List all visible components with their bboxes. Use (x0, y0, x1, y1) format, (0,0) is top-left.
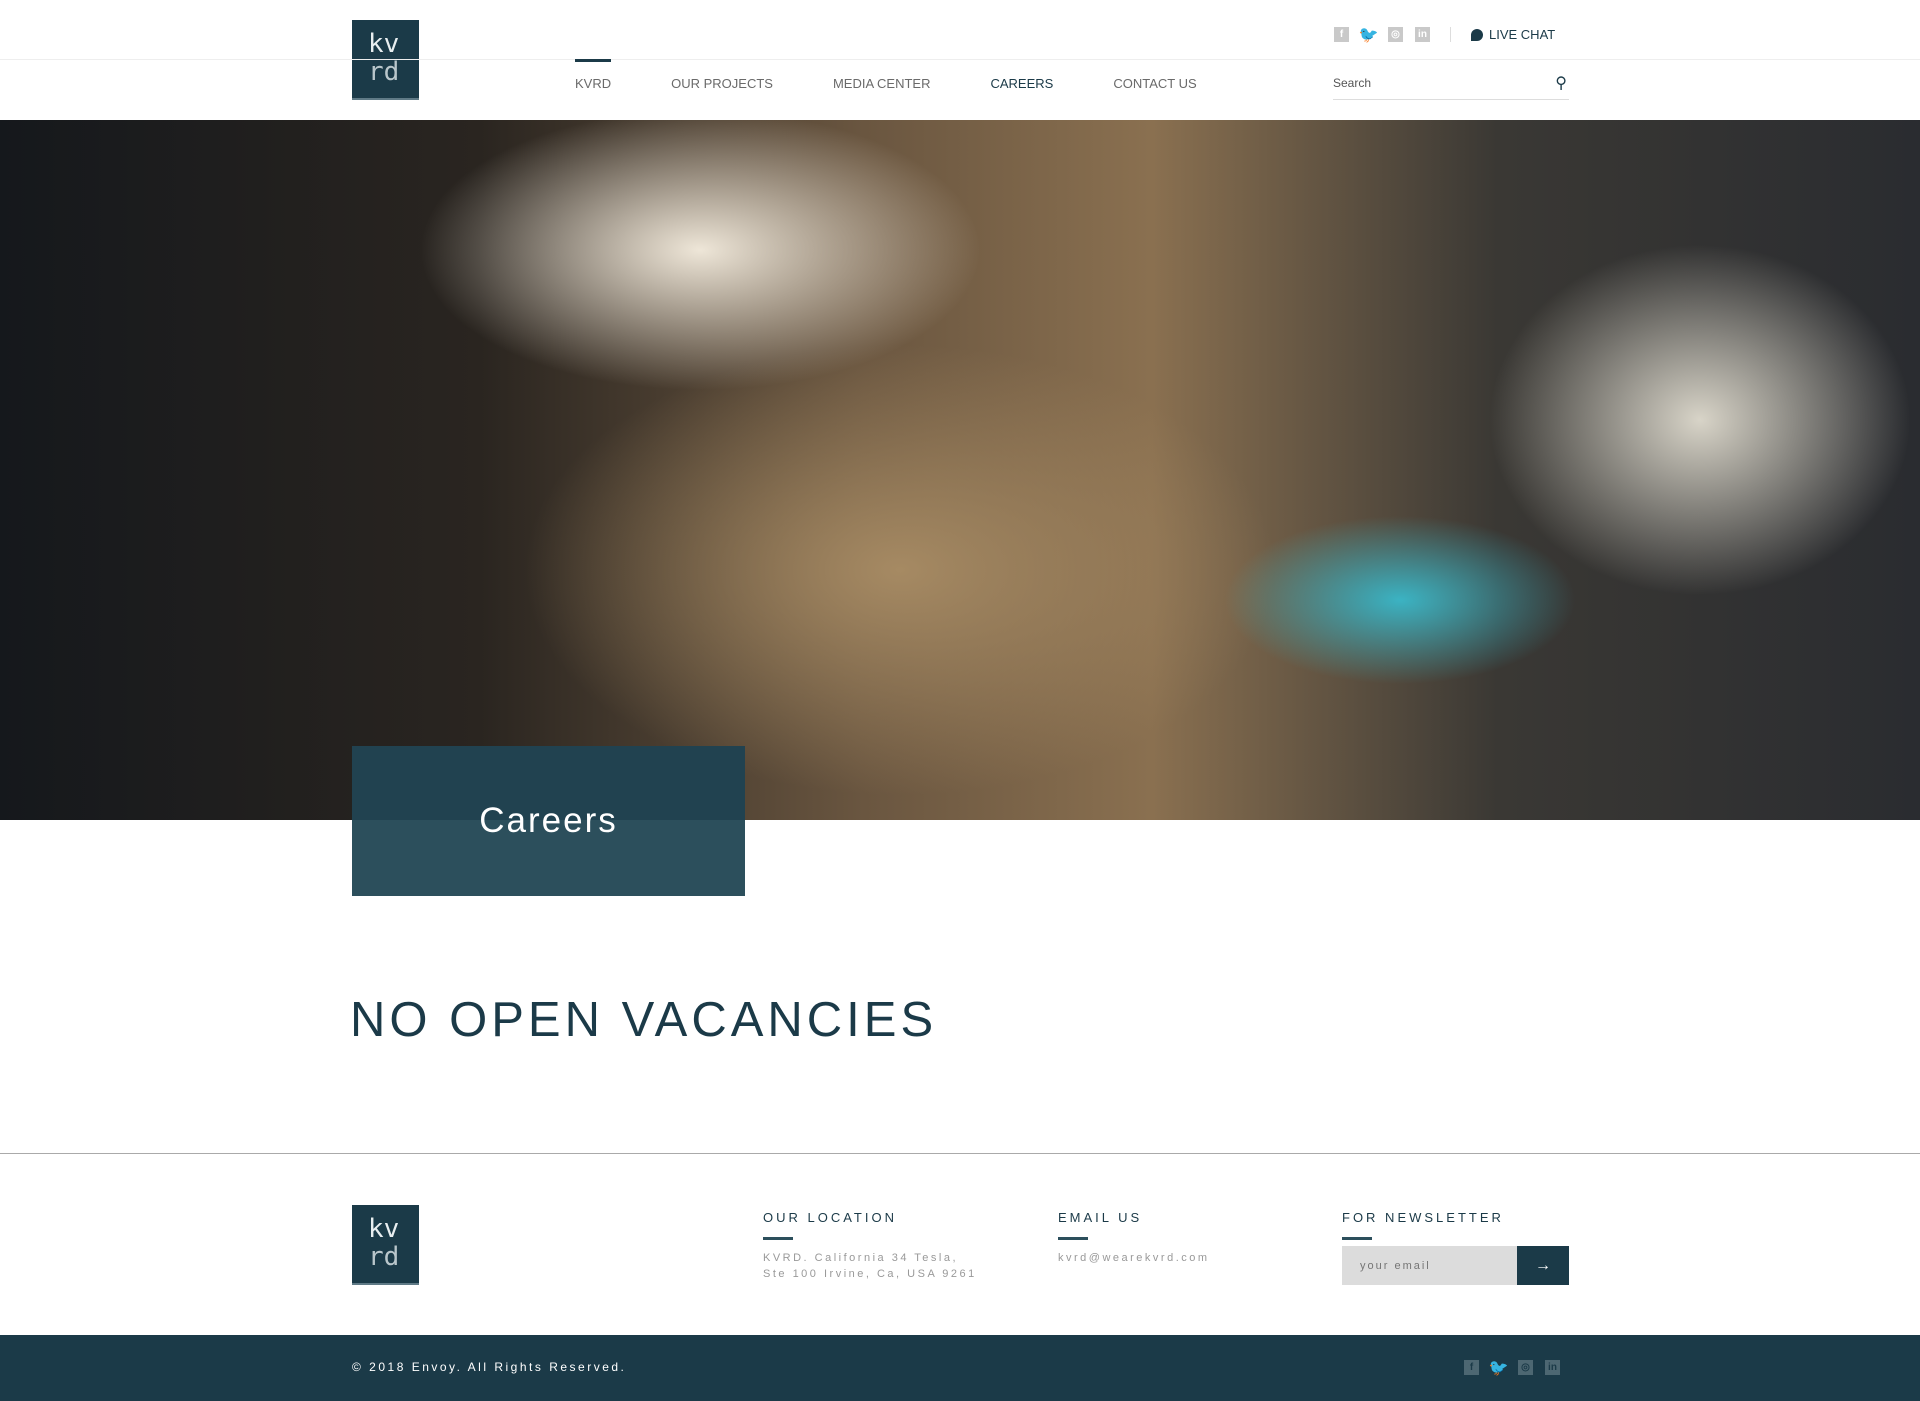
footer-newsletter: FOR NEWSLETTER (1342, 1210, 1504, 1240)
newsletter-form: → (1342, 1246, 1569, 1285)
divider (0, 59, 1920, 60)
logo-text: kv (368, 1214, 400, 1244)
hero-image (0, 120, 1920, 820)
divider (0, 1153, 1920, 1154)
linkedin-icon[interactable]: in (1415, 27, 1430, 42)
search-input[interactable]: Search (1333, 76, 1371, 90)
footer-bar: f 🐦 ◎ in (0, 1335, 1920, 1401)
logo[interactable]: kv rd (352, 20, 419, 100)
footer-logo[interactable]: kv rd (352, 1205, 419, 1285)
main-nav: KVRD OUR PROJECTS MEDIA CENTER CAREERS C… (575, 59, 1197, 91)
nav-our-projects[interactable]: OUR PROJECTS (671, 76, 773, 91)
logo-text: kv (368, 29, 400, 59)
chat-bubble-icon (1471, 28, 1483, 41)
nav-kvrd[interactable]: KVRD (575, 59, 612, 91)
nav-media-center[interactable]: MEDIA CENTER (833, 76, 931, 91)
live-chat-button[interactable]: LIVE CHAT (1471, 27, 1555, 42)
nav-contact-us[interactable]: CONTACT US (1113, 76, 1196, 91)
nav-careers[interactable]: CAREERS (990, 76, 1053, 91)
divider (1450, 27, 1451, 42)
instagram-icon[interactable]: ◎ (1518, 1360, 1533, 1375)
live-chat-label: LIVE CHAT (1489, 27, 1556, 42)
logo-text: rd (368, 57, 400, 87)
newsletter-submit-button[interactable]: → (1517, 1246, 1569, 1285)
search-field[interactable]: Search ⚲ (1333, 73, 1569, 100)
twitter-icon[interactable]: 🐦 (1359, 27, 1379, 44)
email-link[interactable]: kvrd@wearekvrd.com (1058, 1250, 1210, 1266)
footer-email: EMAIL US kvrd@wearekvrd.com (1058, 1210, 1210, 1266)
hero-title: Careers (479, 801, 618, 840)
header-social: f 🐦 ◎ in LIVE CHAT (1334, 27, 1555, 44)
logo-text: rd (368, 1242, 400, 1272)
page-heading: NO OPEN VACANCIES (350, 993, 938, 1047)
hero-title-box: Careers (352, 746, 745, 896)
newsletter-heading: FOR NEWSLETTER (1342, 1210, 1504, 1240)
search-icon[interactable]: ⚲ (1555, 73, 1567, 93)
linkedin-icon[interactable]: in (1545, 1360, 1560, 1375)
copyright: © 2018 Envoy. All Rights Reserved. (352, 1360, 627, 1374)
footer-location: OUR LOCATION KVRD. California 34 Tesla, … (763, 1210, 977, 1282)
facebook-icon[interactable]: f (1334, 27, 1349, 42)
location-heading: OUR LOCATION (763, 1210, 977, 1240)
instagram-icon[interactable]: ◎ (1388, 27, 1403, 42)
email-heading: EMAIL US (1058, 1210, 1210, 1240)
address-line: KVRD. California 34 Tesla, (763, 1252, 959, 1264)
footer-social: f 🐦 ◎ in (1464, 1360, 1560, 1377)
twitter-icon[interactable]: 🐦 (1489, 1360, 1509, 1377)
newsletter-email-input[interactable] (1342, 1246, 1517, 1285)
facebook-icon[interactable]: f (1464, 1360, 1479, 1375)
address-line: Ste 100 Irvine, Ca, USA 9261 (763, 1268, 977, 1280)
